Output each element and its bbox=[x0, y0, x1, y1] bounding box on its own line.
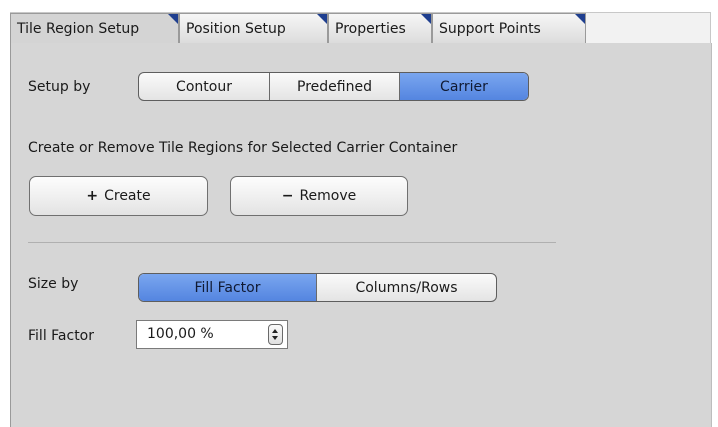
setup-by-segmented-control: Contour Predefined Carrier bbox=[138, 72, 529, 101]
minus-icon: − bbox=[281, 188, 294, 204]
create-button-label: Create bbox=[104, 188, 151, 204]
tab-properties[interactable]: Properties bbox=[328, 13, 432, 43]
size-by-columns-rows-option[interactable]: Columns/Rows bbox=[317, 274, 496, 301]
tab-corner-marker-icon bbox=[317, 14, 327, 24]
tile-region-setup-panel: Setup by Contour Predefined Carrier Crea… bbox=[10, 43, 712, 427]
tile-region-setup-window: Tile Region Setup Position Setup Propert… bbox=[0, 0, 718, 427]
tab-label: Tile Region Setup bbox=[17, 21, 140, 37]
size-by-fill-factor-option[interactable]: Fill Factor bbox=[139, 274, 317, 301]
create-button[interactable]: + Create bbox=[29, 176, 208, 216]
fill-factor-value[interactable]: 100,00 % bbox=[147, 321, 214, 348]
arrow-up-icon[interactable] bbox=[272, 329, 278, 333]
tab-corner-marker-icon bbox=[575, 14, 585, 24]
carrier-section-description: Create or Remove Tile Regions for Select… bbox=[28, 140, 458, 156]
tab-label: Properties bbox=[335, 21, 406, 37]
tab-tile-region-setup[interactable]: Tile Region Setup bbox=[10, 13, 179, 45]
setup-by-carrier-option[interactable]: Carrier bbox=[400, 73, 528, 100]
tab-label: Position Setup bbox=[186, 21, 286, 37]
remove-button-label: Remove bbox=[299, 188, 357, 204]
setup-by-label: Setup by bbox=[28, 79, 91, 95]
section-divider bbox=[28, 242, 556, 243]
tab-corner-marker-icon bbox=[421, 14, 431, 24]
fill-factor-label: Fill Factor bbox=[28, 328, 95, 344]
spin-arrows-icon[interactable] bbox=[268, 324, 283, 345]
size-by-segmented-control: Fill Factor Columns/Rows bbox=[138, 273, 497, 302]
tab-label: Support Points bbox=[439, 21, 541, 37]
arrow-down-icon[interactable] bbox=[272, 336, 278, 340]
remove-button[interactable]: − Remove bbox=[230, 176, 408, 216]
setup-by-predefined-option[interactable]: Predefined bbox=[270, 73, 400, 100]
tab-corner-marker-icon bbox=[168, 14, 178, 24]
tab-strip: Tile Region Setup Position Setup Propert… bbox=[10, 12, 711, 45]
size-by-label: Size by bbox=[28, 276, 79, 292]
fill-factor-spinbox[interactable]: 100,00 % bbox=[136, 320, 288, 349]
plus-icon: + bbox=[86, 188, 99, 204]
tab-position-setup[interactable]: Position Setup bbox=[179, 13, 328, 43]
tab-support-points[interactable]: Support Points bbox=[432, 13, 586, 43]
setup-by-contour-option[interactable]: Contour bbox=[139, 73, 270, 100]
